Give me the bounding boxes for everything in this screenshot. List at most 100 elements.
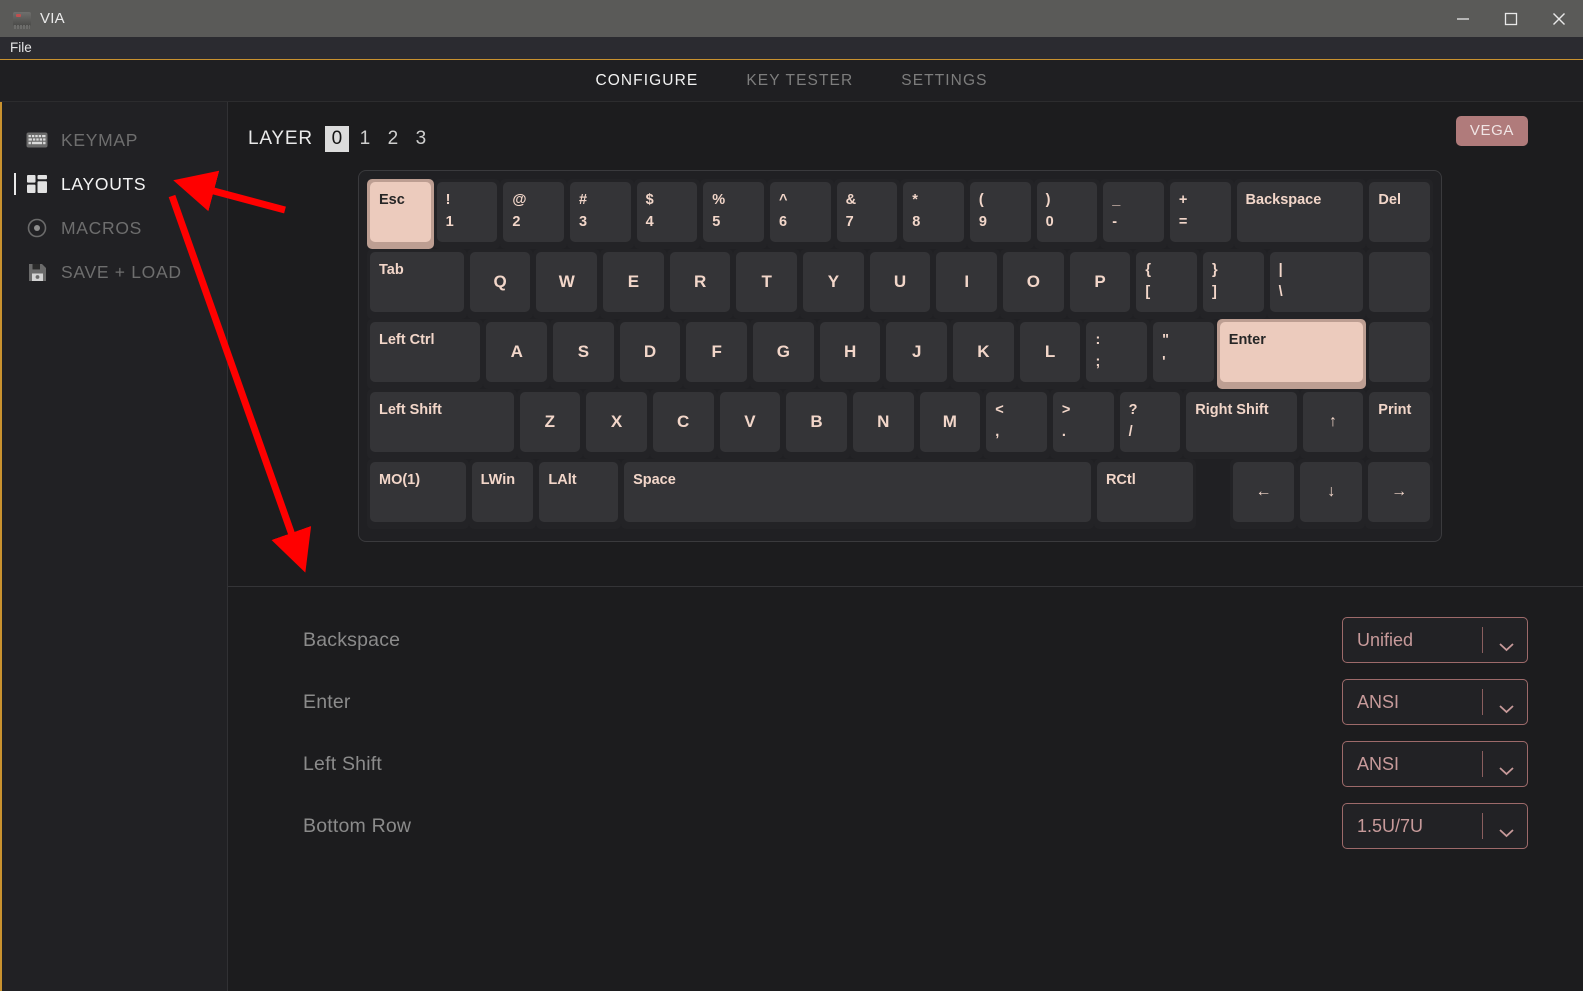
minimize-button[interactable]: [1439, 0, 1487, 37]
key-print[interactable]: Print: [1366, 389, 1433, 459]
sidebar-item-keymap[interactable]: KEYMAP: [0, 118, 227, 162]
key-blank[interactable]: →: [1365, 459, 1434, 529]
key-7[interactable]: & 7: [833, 179, 901, 249]
key-blank[interactable]: _ -: [1100, 179, 1167, 249]
keyboard-preview[interactable]: Esc! 1 @2 #3 $4% 5 ^ 6 & 7 * 8(9) 0 _ - + = Backspace Del T…: [358, 170, 1442, 542]
keycap-legend: ) 0: [1036, 182, 1098, 242]
key-blank[interactable]: >.: [1049, 389, 1117, 459]
keycap-legend: Space: [624, 462, 1091, 522]
key-k[interactable]: K: [950, 319, 1017, 389]
layer-button-2[interactable]: 2: [381, 126, 405, 152]
key-blank[interactable]: [1366, 319, 1433, 389]
key-v[interactable]: V: [716, 389, 784, 459]
key-space[interactable]: Space: [621, 459, 1094, 529]
bottom-row-layout-select[interactable]: 1.5U/7U: [1342, 803, 1528, 849]
key-f[interactable]: F: [683, 319, 751, 389]
key-u[interactable]: U: [866, 249, 934, 319]
keycap-legend: Esc: [370, 182, 431, 242]
key-i[interactable]: I: [933, 249, 1001, 319]
key-j[interactable]: J: [883, 319, 951, 389]
keycap-legend-bottom: ,: [995, 424, 1000, 441]
select-value: ANSI: [1357, 753, 1400, 774]
key-6[interactable]: ^ 6: [766, 179, 834, 249]
key-3[interactable]: #3: [566, 179, 634, 249]
key-0[interactable]: ) 0: [1033, 179, 1101, 249]
maximize-button[interactable]: [1487, 0, 1535, 37]
key-l[interactable]: L: [1016, 319, 1084, 389]
key-b[interactable]: B: [783, 389, 850, 459]
keycap-legend: P: [1069, 252, 1131, 312]
key-mo-1[interactable]: MO(1): [367, 459, 469, 529]
sidebar-item-macros[interactable]: MACROS: [0, 206, 227, 250]
enter-layout-select[interactable]: ANSI: [1342, 679, 1528, 725]
key-right-shift[interactable]: Right Shift: [1183, 389, 1300, 459]
key-blank[interactable]: " ': [1150, 319, 1217, 389]
key-backspace[interactable]: Backspace: [1233, 179, 1367, 249]
key-2[interactable]: @2: [500, 179, 567, 249]
key-4[interactable]: $4: [633, 179, 701, 249]
key-o[interactable]: O: [1000, 249, 1067, 319]
key-t[interactable]: T: [733, 249, 801, 319]
key-blank[interactable]: {[: [1133, 249, 1200, 319]
tab-configure[interactable]: CONFIGURE: [571, 72, 722, 90]
key-e[interactable]: E: [600, 249, 667, 319]
key-del[interactable]: Del: [1366, 179, 1434, 249]
key-5[interactable]: % 5: [700, 179, 767, 249]
key-g[interactable]: G: [750, 319, 817, 389]
sidebar-item-layouts[interactable]: LAYOUTS: [0, 162, 227, 206]
key-blank[interactable]: ↓: [1297, 459, 1366, 529]
close-button[interactable]: [1535, 0, 1583, 37]
tab-key-tester[interactable]: KEY TESTER: [722, 72, 877, 90]
key-h[interactable]: H: [816, 319, 884, 389]
key-9[interactable]: (9: [966, 179, 1034, 249]
tab-settings[interactable]: SETTINGS: [877, 72, 1011, 90]
key-n[interactable]: N: [849, 389, 917, 459]
key-lwin[interactable]: LWin: [468, 459, 537, 529]
backspace-layout-select[interactable]: Unified: [1342, 617, 1528, 663]
layer-button-1[interactable]: 1: [353, 126, 377, 152]
sidebar-item-save-load[interactable]: SAVE + LOAD: [0, 250, 227, 294]
key-rctl[interactable]: RCtl: [1093, 459, 1196, 529]
key-blank[interactable]: ←: [1229, 459, 1298, 529]
keycap-legend: O: [1003, 252, 1064, 312]
key-left-shift[interactable]: Left Shift: [367, 389, 517, 459]
key-8[interactable]: * 8: [900, 179, 967, 249]
key-esc[interactable]: Esc: [367, 179, 434, 249]
key-s[interactable]: S: [550, 319, 617, 389]
layer-button-3[interactable]: 3: [409, 126, 433, 152]
key-blank[interactable]: [1196, 459, 1230, 529]
key-left-ctrl[interactable]: Left Ctrl: [367, 319, 484, 389]
key-blank[interactable]: + =: [1166, 179, 1234, 249]
layer-button-0[interactable]: 0: [324, 126, 349, 152]
key-tab[interactable]: Tab: [367, 249, 467, 319]
keycap-legend: M: [919, 392, 981, 452]
key-x[interactable]: X: [583, 389, 650, 459]
key-p[interactable]: P: [1066, 249, 1134, 319]
key-r[interactable]: R: [666, 249, 734, 319]
key-c[interactable]: C: [649, 389, 717, 459]
keycap-legend-bottom: ': [1162, 354, 1166, 371]
key-enter[interactable]: Enter: [1216, 319, 1367, 389]
keycap-legend: S: [553, 322, 614, 382]
key-blank[interactable]: <,: [983, 389, 1050, 459]
key-lalt[interactable]: LAlt: [536, 459, 622, 529]
key-blank[interactable]: }]: [1200, 249, 1267, 319]
key-blank[interactable]: ↑: [1299, 389, 1367, 459]
key-d[interactable]: D: [616, 319, 684, 389]
keycap-legend: I: [936, 252, 998, 312]
key-a[interactable]: A: [483, 319, 551, 389]
key-y[interactable]: Y: [800, 249, 867, 319]
key-blank[interactable]: ? /: [1116, 389, 1184, 459]
key-m[interactable]: M: [916, 389, 984, 459]
left-shift-layout-select[interactable]: ANSI: [1342, 741, 1528, 787]
key-w[interactable]: W: [533, 249, 601, 319]
key-blank[interactable]: | \: [1266, 249, 1367, 319]
main-content: LAYER 0 1 2 3 VEGA Esc! 1 @2 #3 $4% 5 ^ 6 & 7 * 8(9…: [228, 102, 1583, 991]
select-divider: [1482, 627, 1483, 653]
key-blank[interactable]: [1366, 249, 1434, 319]
key-z[interactable]: Z: [516, 389, 584, 459]
menu-item-file[interactable]: File: [0, 37, 44, 59]
key-blank[interactable]: :;: [1083, 319, 1151, 389]
key-1[interactable]: ! 1: [433, 179, 501, 249]
key-q[interactable]: Q: [466, 249, 534, 319]
